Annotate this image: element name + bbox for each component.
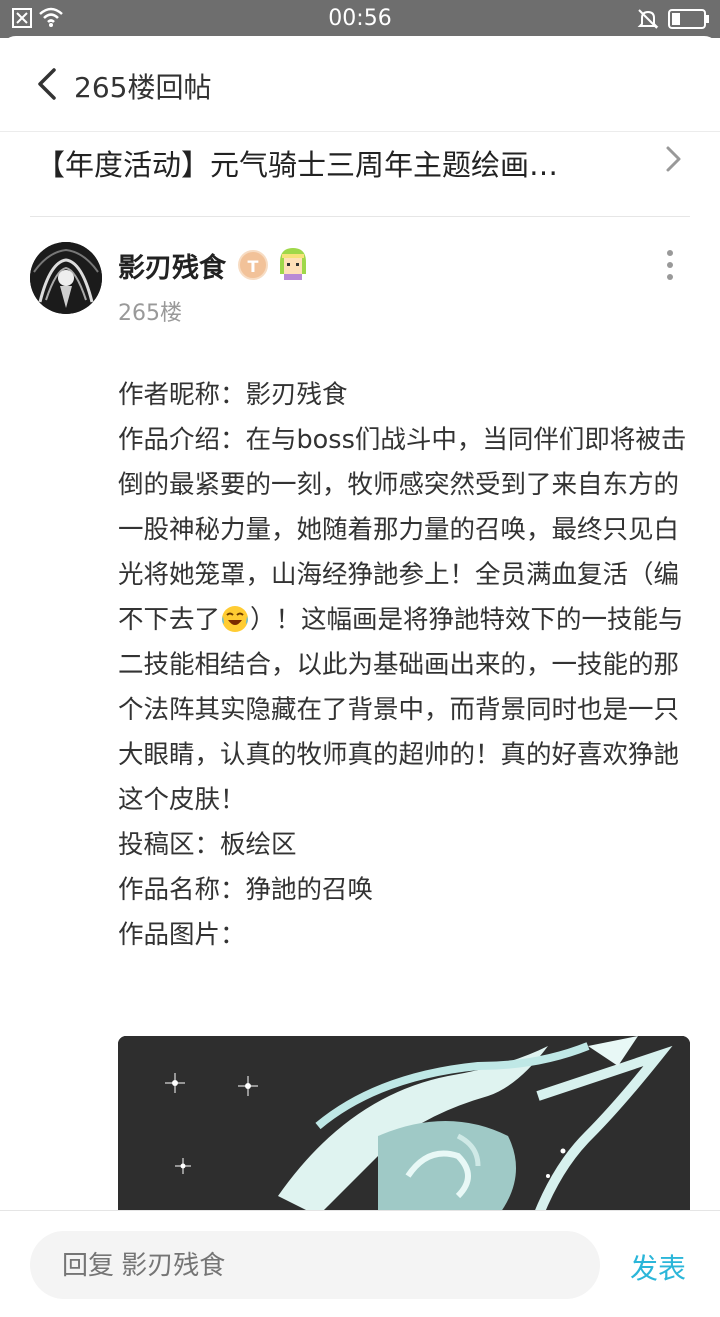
image-label-line: 作品图片：	[118, 920, 246, 950]
intro-text-b: ）！这幅画是将狰訑特效下的一技能与二技能相结合，以此为基础画出来的，一技能的那个…	[118, 605, 684, 815]
section-line: 投稿区：板绘区	[118, 830, 297, 860]
avatar[interactable]	[30, 242, 102, 314]
reply-input[interactable]	[30, 1231, 600, 1299]
divider	[30, 216, 690, 217]
status-bar: 00:56	[0, 0, 720, 38]
back-icon[interactable]	[30, 64, 66, 104]
status-time: 00:56	[328, 6, 392, 31]
username[interactable]: 影刃残食	[118, 246, 226, 285]
chevron-right-icon[interactable]	[660, 144, 686, 174]
thread-title[interactable]: 【年度活动】元气骑士三周年主题绘画…	[36, 142, 558, 184]
post-content: 作者昵称：影刃残食 作品介绍：在与boss们战斗中，当同伴们即将被击倒的最紧要的…	[118, 373, 690, 958]
mute-bell-icon	[637, 9, 659, 29]
reply-thread-sheet: 265楼回帖 【年度活动】元气骑士三周年主题绘画… 影刃残食 T 265楼 作者…	[0, 36, 720, 1317]
author-line: 作者昵称：影刃残食	[118, 380, 348, 410]
reply-bar: 发表	[0, 1210, 720, 1317]
character-badge-icon	[280, 248, 306, 280]
send-button[interactable]: 发表	[630, 1247, 686, 1287]
intro-text-a: 作品介绍：在与boss们战斗中，当同伴们即将被击倒的最紧要的一刻，牧师感突然受到…	[118, 425, 687, 635]
laughing-crying-emoji-icon	[222, 606, 249, 632]
work-name-line: 作品名称：狰訑的召唤	[118, 875, 374, 905]
intro-line: 作品介绍：在与boss们战斗中，当同伴们即将被击倒的最紧要的一刻，牧师感突然受到…	[118, 418, 690, 823]
more-options-icon[interactable]	[656, 246, 684, 292]
level-badge: T	[238, 250, 268, 280]
battery-icon	[668, 9, 709, 29]
floor-number: 265楼	[118, 301, 182, 326]
header: 265楼回帖	[0, 36, 720, 132]
page-title: 265楼回帖	[74, 71, 212, 104]
artwork-image[interactable]	[118, 1036, 690, 1216]
